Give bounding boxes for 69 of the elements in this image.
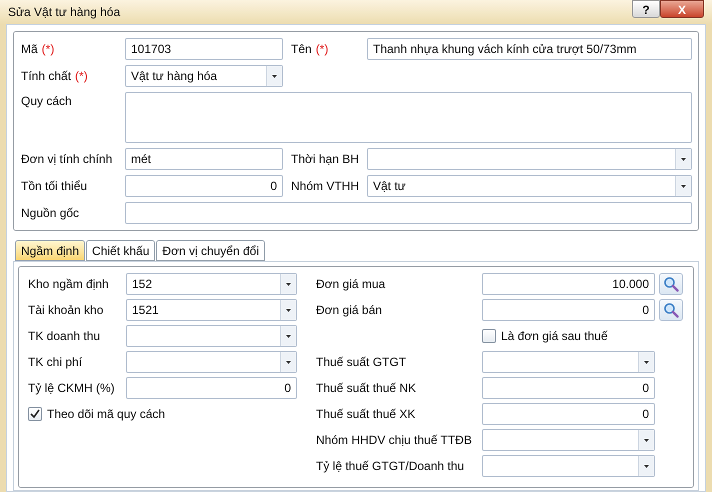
field-label: Tỷ lệ thuế GTGT/Doanh thu xyxy=(316,458,464,475)
caret-icon xyxy=(681,184,686,188)
field-label: Thời hạn BH xyxy=(291,151,359,168)
search-button[interactable] xyxy=(659,299,683,321)
dropdown[interactable] xyxy=(482,351,655,373)
caret-icon xyxy=(286,282,291,286)
field-label: Quy cách xyxy=(21,93,72,110)
caret-icon xyxy=(644,464,649,468)
field-label: Tồn tối thiểu xyxy=(21,178,88,195)
check-icon xyxy=(30,409,40,419)
field-label: Tỷ lệ CKMH (%) xyxy=(28,380,115,397)
field-label: Thuế suất GTGT xyxy=(316,354,406,371)
field-label: Nguồn gốc xyxy=(21,205,80,222)
caret-icon xyxy=(286,308,291,312)
dropdown[interactable]: Vật tư hàng hóa xyxy=(125,65,283,87)
number-field[interactable]: 0 xyxy=(482,299,655,321)
caret-icon xyxy=(644,360,649,364)
search-button[interactable] xyxy=(659,273,683,295)
field-label: Thuế suất thuế NK xyxy=(316,380,416,397)
required-mark: (*) xyxy=(316,41,328,58)
number-field[interactable]: 0 xyxy=(482,377,655,399)
field-label: Kho ngầm định xyxy=(28,276,109,293)
text-field[interactable]: Thanh nhựa khung vách kính cửa trượt 50/73mm xyxy=(367,38,692,60)
tab[interactable]: Đơn vị chuyển đổi xyxy=(156,240,265,261)
field-label: TK chi phí xyxy=(28,354,82,371)
text-field[interactable]: 101703 xyxy=(125,38,283,60)
caret-icon xyxy=(286,334,291,338)
window-title: Sửa Vật tư hàng hóa xyxy=(8,4,122,21)
tab[interactable]: Ngầm định xyxy=(15,240,86,261)
field-label: Tài khoản kho xyxy=(28,302,104,319)
field-label: Thuế suất thuế XK xyxy=(316,406,416,423)
caret-icon xyxy=(644,438,649,442)
dropdown[interactable] xyxy=(482,429,655,451)
required-mark: (*) xyxy=(42,41,54,58)
dropdown[interactable] xyxy=(126,325,297,347)
tab[interactable]: Chiết khấu xyxy=(86,240,156,261)
checkbox-label: Là đơn giá sau thuế xyxy=(501,328,608,345)
field-label: Đơn giá bán xyxy=(316,302,382,319)
number-field[interactable]: 0 xyxy=(125,175,283,197)
number-field[interactable]: 0 xyxy=(482,403,655,425)
checkbox-label: Theo dõi mã quy cách xyxy=(47,406,166,423)
field-label: Nhóm HHDV chịu thuế TTĐB xyxy=(316,432,472,449)
dropdown[interactable] xyxy=(482,455,655,477)
field-label: Tên xyxy=(291,41,312,58)
dropdown[interactable] xyxy=(367,148,692,170)
field-label: Tính chất xyxy=(21,68,72,85)
dropdown[interactable]: 152 xyxy=(126,273,297,295)
dropdown[interactable] xyxy=(126,351,297,373)
dropdown[interactable]: 1521 xyxy=(126,299,297,321)
field-label: Mã xyxy=(21,41,38,58)
field-label: Đơn giá mua xyxy=(316,276,386,293)
text-area[interactable] xyxy=(125,92,692,143)
magnifier-icon xyxy=(663,302,679,318)
field-label: Đơn vị tính chính xyxy=(21,151,112,168)
number-field[interactable]: 10.000 xyxy=(482,273,655,295)
dropdown[interactable]: Vật tư xyxy=(367,175,692,197)
help-button[interactable]: ? xyxy=(632,0,660,18)
field-label: Nhóm VTHH xyxy=(291,178,360,195)
number-field[interactable]: 0 xyxy=(126,377,297,399)
magnifier-icon xyxy=(663,276,679,292)
caret-icon xyxy=(272,74,277,78)
text-field[interactable]: mét xyxy=(125,148,283,170)
required-mark: (*) xyxy=(75,68,88,85)
checkbox[interactable] xyxy=(482,329,496,343)
caret-icon xyxy=(681,158,686,160)
field-label: TK doanh thu xyxy=(28,328,100,345)
caret-icon xyxy=(286,360,291,364)
checkbox[interactable] xyxy=(28,407,42,421)
text-field[interactable] xyxy=(125,202,692,224)
